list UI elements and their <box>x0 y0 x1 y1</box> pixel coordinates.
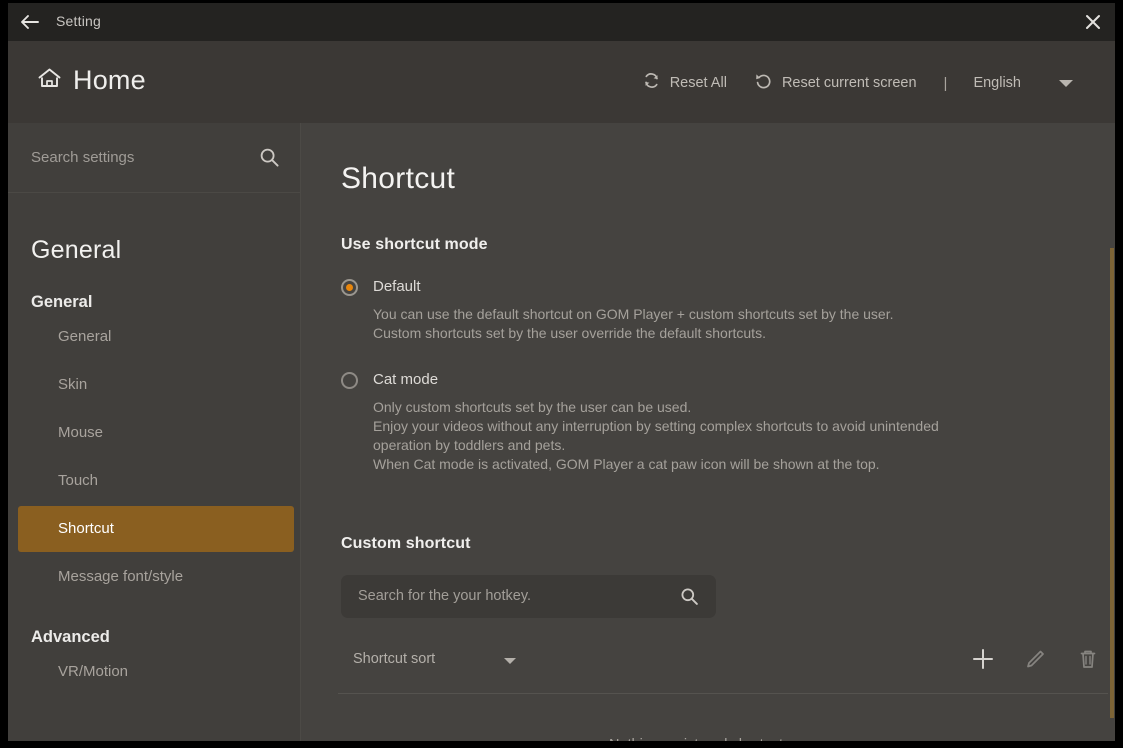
desc-line: Only custom shortcuts set by the user ca… <box>373 399 692 415</box>
desc-line: Enjoy your videos without any interrupti… <box>373 418 939 434</box>
back-arrow-icon[interactable] <box>19 12 41 32</box>
shortcut-mode-default-option[interactable]: Default You can use the default shortcut… <box>341 278 893 343</box>
home-button[interactable]: Home <box>37 65 146 96</box>
sidebar-item-label: Skin <box>58 376 88 393</box>
shortcut-sort-dropdown[interactable]: Shortcut sort <box>353 651 435 667</box>
hotkey-search-input[interactable]: Search for the your hotkey. <box>358 588 531 604</box>
home-icon <box>37 66 62 95</box>
reset-current-screen-label: Reset current screen <box>781 75 917 91</box>
reset-all-label: Reset All <box>669 75 727 91</box>
title-bar: Setting <box>8 3 1115 41</box>
page-title: Shortcut <box>341 162 456 195</box>
sidebar-item-message-font-style[interactable]: Message font/style <box>18 554 294 600</box>
sidebar-item-touch[interactable]: Touch <box>18 458 294 504</box>
chevron-down-icon[interactable] <box>504 658 516 664</box>
sidebar-item-label: Message font/style <box>58 568 184 585</box>
custom-shortcut-label: Custom shortcut <box>341 535 471 552</box>
radio-default[interactable] <box>341 279 358 296</box>
sidebar-item-label: Touch <box>58 472 99 489</box>
reset-current-screen-button[interactable]: Reset current screen <box>754 71 917 95</box>
desc-line: Custom shortcuts set by the user overrid… <box>373 325 766 341</box>
sidebar-item-label: Mouse <box>58 424 104 441</box>
sidebar-item-vr-motion[interactable]: VR/Motion <box>18 649 294 695</box>
content-scrollbar[interactable] <box>1107 123 1115 741</box>
pencil-icon[interactable] <box>1023 646 1049 677</box>
app-header: Home Reset All Reset current screen | En… <box>8 41 1115 123</box>
language-selector[interactable]: English <box>973 75 1021 91</box>
hotkey-search-box[interactable]: Search for the your hotkey. <box>341 575 716 618</box>
refresh-cycle-icon <box>642 71 661 95</box>
radio-cat-mode-label: Cat mode <box>373 371 439 388</box>
table-divider <box>338 693 1108 694</box>
sidebar-item-label: VR/Motion <box>58 663 129 680</box>
radio-default-description: You can use the default shortcut on GOM … <box>373 305 893 343</box>
chevron-down-icon[interactable] <box>1059 79 1073 87</box>
sidebar-group-advanced: Advanced <box>31 628 110 646</box>
header-actions: Reset All Reset current screen | English <box>642 71 1073 95</box>
window-title: Setting <box>56 13 101 29</box>
scrollbar-thumb[interactable] <box>1110 248 1114 718</box>
settings-window: Setting Home Reset All Reset current scr… <box>8 3 1115 741</box>
sidebar-section-title: General <box>31 236 122 264</box>
plus-icon[interactable] <box>969 645 997 678</box>
sidebar-item-skin[interactable]: Skin <box>18 362 294 408</box>
shortcut-toolbar: Shortcut sort <box>341 639 1109 681</box>
shortcut-mode-cat-option[interactable]: Cat mode Only custom shortcuts set by th… <box>341 371 939 474</box>
radio-row-default[interactable]: Default <box>341 278 893 296</box>
radio-cat-mode[interactable] <box>341 372 358 389</box>
sidebar-item-shortcut[interactable]: Shortcut <box>18 506 294 552</box>
search-icon[interactable] <box>680 587 699 611</box>
sidebar-search-row[interactable]: Search settings <box>8 123 300 193</box>
radio-row-cat-mode[interactable]: Cat mode <box>341 371 939 389</box>
home-label: Home <box>73 65 146 95</box>
sidebar-group-general: General <box>31 293 93 311</box>
close-icon[interactable] <box>1081 11 1105 33</box>
sidebar-item-label: General <box>58 328 112 345</box>
empty-shortcut-message: Nothing registered shortcut <box>301 737 1091 741</box>
desc-line: You can use the default shortcut on GOM … <box>373 306 894 322</box>
desc-line: operation by toddlers and pets. <box>373 437 566 453</box>
radio-default-label: Default <box>373 278 421 295</box>
search-icon[interactable] <box>259 147 280 173</box>
radio-cat-mode-description: Only custom shortcuts set by the user ca… <box>373 398 939 474</box>
sidebar-nav: General General General Skin Mouse Touch… <box>8 194 300 695</box>
settings-content: Shortcut Use shortcut mode Default You c… <box>301 123 1115 741</box>
search-settings-input[interactable]: Search settings <box>31 149 134 166</box>
settings-sidebar: Search settings General General General … <box>8 123 301 741</box>
sidebar-item-label: Shortcut <box>58 520 114 537</box>
sidebar-item-mouse[interactable]: Mouse <box>18 410 294 456</box>
trash-icon[interactable] <box>1075 646 1101 677</box>
shortcut-actions <box>969 645 1101 678</box>
reset-all-button[interactable]: Reset All <box>642 71 727 95</box>
undo-arrow-icon <box>754 71 773 95</box>
header-separator: | <box>943 74 948 92</box>
desc-line: When Cat mode is activated, GOM Player a… <box>373 456 880 472</box>
use-shortcut-mode-label: Use shortcut mode <box>341 236 488 253</box>
sidebar-item-general[interactable]: General <box>18 314 294 360</box>
